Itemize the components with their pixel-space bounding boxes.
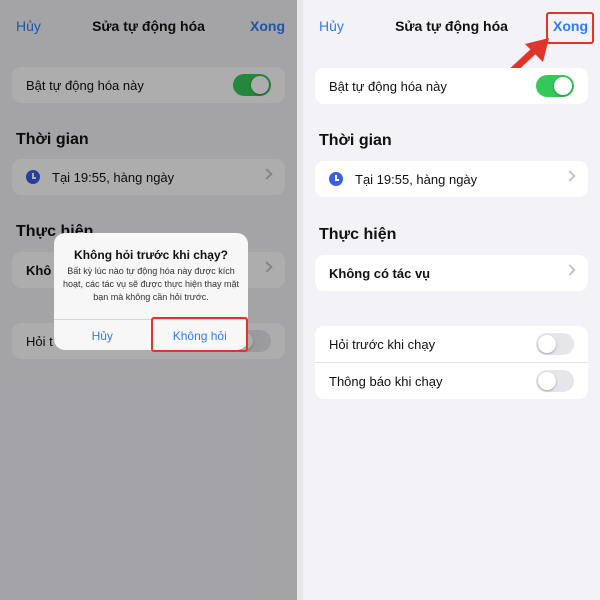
enable-row: Bật tự động hóa này <box>315 68 588 104</box>
notify-toggle[interactable] <box>536 370 574 392</box>
action-card: Không có tác vụ <box>315 255 588 291</box>
chevron-right-icon <box>564 264 576 276</box>
enable-card: Bật tự động hóa này <box>315 68 588 104</box>
options-card: Hỏi trước khi chạy Thông báo khi chạy <box>315 326 588 399</box>
time-value: Tại 19:55, hàng ngày <box>355 171 478 187</box>
right-panel: Hủy Sửa tự động hóa Xong Bật tự động hóa… <box>303 0 600 600</box>
toggle-knob <box>538 372 556 390</box>
enable-toggle[interactable] <box>536 75 574 97</box>
time-card: Tại 19:55, hàng ngày <box>315 161 588 197</box>
ask-row: Hỏi trước khi chạy <box>315 326 588 362</box>
notify-row: Thông báo khi chạy <box>315 362 588 399</box>
toggle-knob <box>538 335 556 353</box>
dialog-title: Không hỏi trước khi chạy? <box>74 248 228 262</box>
action-header: Thực hiện <box>319 226 397 243</box>
left-panel: Hủy Sửa tự động hóa Xong Bật tự động hóa… <box>0 0 297 600</box>
dialog-cancel-button[interactable]: Hủy <box>54 320 151 350</box>
action-row[interactable]: Không có tác vụ <box>315 255 588 291</box>
notify-label: Thông báo khi chạy <box>329 373 443 389</box>
highlight-box <box>151 317 248 352</box>
time-row[interactable]: Tại 19:55, hàng ngày <box>315 161 588 197</box>
clock-icon <box>329 172 343 186</box>
ask-label: Hỏi trước khi chạy <box>329 336 436 352</box>
enable-label: Bật tự động hóa này <box>329 78 447 94</box>
no-action-label: Không có tác vụ <box>329 265 431 281</box>
dialog-message: Bất kỳ lúc nào tự động hóa này được kích… <box>62 266 240 302</box>
ask-toggle[interactable] <box>536 333 574 355</box>
time-header: Thời gian <box>319 132 392 149</box>
chevron-right-icon <box>564 170 576 182</box>
toggle-knob <box>554 77 572 95</box>
